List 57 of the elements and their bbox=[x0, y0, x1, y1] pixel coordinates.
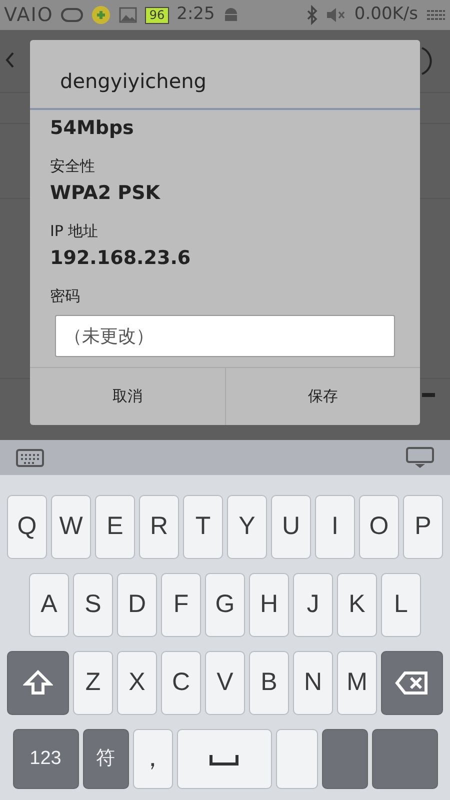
key[interactable]: A bbox=[29, 573, 69, 637]
back-icon[interactable] bbox=[5, 52, 15, 68]
shift-key[interactable] bbox=[7, 651, 69, 715]
image-icon bbox=[119, 7, 138, 23]
shift-icon bbox=[23, 670, 53, 696]
key[interactable]: H bbox=[249, 573, 289, 637]
dialog-button[interactable]: 取消 bbox=[30, 368, 224, 425]
key[interactable]: B bbox=[249, 651, 289, 715]
key[interactable]: F bbox=[161, 573, 201, 637]
brand-logo: VAIO bbox=[4, 2, 54, 28]
mute-icon bbox=[326, 7, 346, 23]
minus-icon bbox=[422, 393, 435, 397]
field-label: IP 地址 bbox=[50, 220, 100, 242]
key[interactable]: C bbox=[161, 651, 201, 715]
key[interactable]: ， bbox=[132, 729, 172, 789]
key[interactable]: O bbox=[359, 495, 399, 559]
keyboard-icon[interactable] bbox=[16, 448, 44, 468]
dialog-title: dengyiyicheng bbox=[30, 40, 420, 110]
key[interactable]: L bbox=[381, 573, 421, 637]
space-icon bbox=[209, 754, 239, 766]
space-key[interactable] bbox=[176, 729, 272, 789]
key[interactable]: Z bbox=[73, 651, 113, 715]
key[interactable]: P bbox=[403, 495, 443, 559]
key[interactable]: K bbox=[337, 573, 377, 637]
key[interactable]: 符 bbox=[82, 729, 128, 789]
key[interactable]: W bbox=[51, 495, 91, 559]
hide-keyboard-icon[interactable] bbox=[406, 446, 434, 468]
key[interactable]: T bbox=[183, 495, 223, 559]
link-speed: 54Mbps bbox=[50, 116, 135, 141]
key[interactable]: M bbox=[337, 651, 377, 715]
key[interactable]: X bbox=[117, 651, 157, 715]
key[interactable]: D bbox=[117, 573, 157, 637]
key[interactable]: I bbox=[315, 495, 355, 559]
battery-level: 96 bbox=[145, 6, 169, 24]
field-value: WPA2 PSK bbox=[50, 181, 162, 206]
key[interactable]: Y bbox=[227, 495, 267, 559]
app-icon bbox=[91, 5, 112, 25]
key[interactable]: G bbox=[205, 573, 245, 637]
backspace-icon bbox=[395, 670, 429, 695]
key[interactable]: N bbox=[293, 651, 333, 715]
backspace-key[interactable] bbox=[381, 651, 443, 715]
key[interactable]: E bbox=[95, 495, 135, 559]
network-speed: 0.00K/s bbox=[354, 3, 418, 26]
key[interactable]: 123 bbox=[12, 729, 78, 789]
bluetooth-icon bbox=[306, 5, 318, 25]
key[interactable]: J bbox=[293, 573, 333, 637]
clock: 2:25 bbox=[176, 3, 215, 26]
key[interactable]: Q bbox=[7, 495, 47, 559]
key[interactable]: S bbox=[73, 573, 113, 637]
field-label: 安全性 bbox=[50, 156, 96, 176]
password-field[interactable]: （未更改） bbox=[55, 315, 395, 357]
field-label: 密码 bbox=[50, 286, 81, 306]
key[interactable]: V bbox=[205, 651, 245, 715]
key[interactable]: U bbox=[271, 495, 311, 559]
field-value: 192.168.23.6 bbox=[50, 246, 192, 271]
dialog-button[interactable]: 保存 bbox=[224, 368, 420, 425]
key[interactable]: R bbox=[139, 495, 179, 559]
